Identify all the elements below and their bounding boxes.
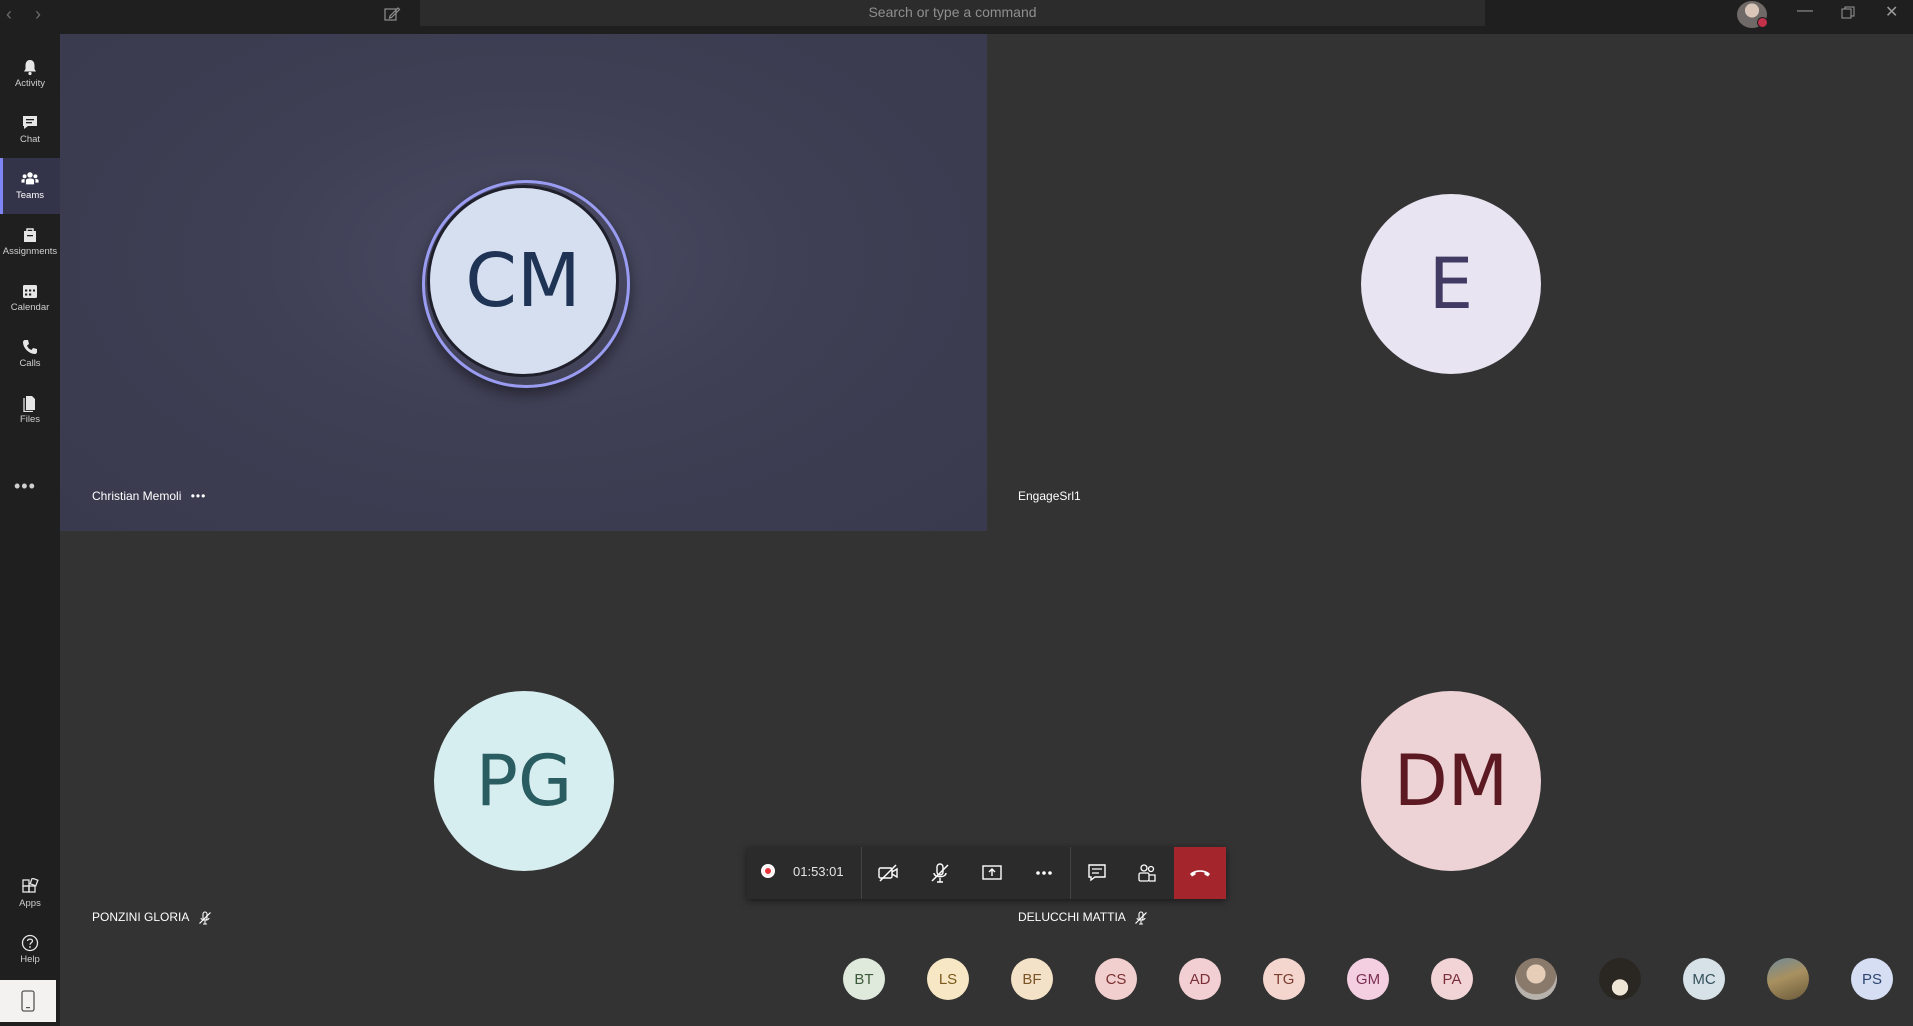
mute-button[interactable] [915,847,965,899]
avatar: DM [1361,691,1541,871]
mic-off-icon [1135,911,1148,925]
rail-label: Calls [19,358,41,369]
recording-icon [761,864,775,878]
roster-avatar[interactable]: BF [1011,958,1053,1000]
rail-label: Activity [14,78,46,89]
roster-avatar-photo[interactable] [1599,958,1641,1000]
rail-item-help[interactable]: Help [0,922,60,978]
rail-label: Assignments [2,246,58,257]
chat-icon [1088,864,1106,882]
rail-item-apps[interactable]: Apps [0,866,60,922]
rail-item-assignments[interactable]: Assignments [0,214,60,270]
calendar-icon [23,285,37,298]
title-bar: ‹ › Search or type a command — ✕ [0,0,1913,34]
avatar: CM [427,185,619,377]
video-tile-ponzini-gloria[interactable]: PG PONZINI GLORIA [60,531,987,1026]
participant-name: PONZINI GLORIA [92,910,189,924]
roster-avatar-photo[interactable] [1515,958,1557,1000]
chat-icon [23,116,37,129]
participant-name-label: DELUCCHI MATTIA [1018,910,1148,925]
search-input[interactable]: Search or type a command [420,0,1485,26]
help-icon [21,934,39,952]
teams-icon [21,172,39,185]
video-tile-engagesrl1[interactable]: E EngageSrl1 [987,34,1913,531]
mic-off-icon [199,911,211,925]
roster-avatar[interactable]: AD [1179,958,1221,1000]
roster-avatar[interactable]: CS [1095,958,1137,1000]
show-conversation-button[interactable] [1072,847,1122,899]
mobile-icon [21,990,35,1012]
video-tile-delucchi-mattia[interactable]: DM DELUCCHI MATTIA [987,531,1913,1026]
rail-item-chat[interactable]: Chat [0,102,60,158]
more-actions-button[interactable] [1019,847,1069,899]
participant-name: Christian Memoli [92,489,182,503]
mic-off-icon [931,863,949,883]
call-timer: 01:53:01 [793,864,844,879]
app-bar: Activity Chat Teams Assignments Calendar [0,34,60,1026]
rail-label: Help [20,954,40,965]
phone-icon [23,340,37,354]
rail-item-files[interactable]: Files [0,382,60,438]
roster-avatar[interactable]: LS [927,958,969,1000]
avatar: PG [434,691,614,871]
roster-avatar[interactable]: PA [1431,958,1473,1000]
share-screen-button[interactable] [967,847,1017,899]
video-tile-christian-memoli[interactable]: CM Christian Memoli ••• [60,34,987,531]
roster-avatar[interactable]: GM [1347,958,1389,1000]
rail-item-activity[interactable]: Activity [0,46,60,102]
back-icon[interactable]: ‹ [6,4,12,25]
video-off-icon [878,864,898,882]
more-apps-icon[interactable]: ••• [14,476,36,497]
bell-icon [24,60,36,76]
roster-avatar[interactable]: TG [1263,958,1305,1000]
minimize-icon[interactable]: — [1797,2,1813,20]
roster-avatar[interactable]: BT [843,958,885,1000]
rail-label: Teams [16,190,44,201]
roster-avatar[interactable]: PS [1851,958,1893,1000]
rail-label: Files [19,414,41,425]
avatar: E [1361,194,1541,374]
compose-icon[interactable] [383,5,401,23]
participant-name: EngageSrl1 [1018,489,1081,503]
rail-label: Chat [19,134,41,145]
rail-item-calls[interactable]: Calls [0,326,60,382]
divider [861,847,862,899]
status-badge [1757,17,1768,28]
share-screen-icon [982,865,1002,880]
participants-icon [1138,864,1156,882]
rail-item-calendar[interactable]: Calendar [0,270,60,326]
rail-item-teams[interactable]: Teams [0,158,60,214]
roster-avatar-photo[interactable] [1767,958,1809,1000]
assignments-icon [24,228,36,242]
more-icon [1036,871,1052,875]
more-options-icon[interactable]: ••• [191,489,207,503]
apps-icon [22,878,39,893]
files-icon [23,396,35,412]
rail-label: Apps [19,898,41,909]
close-icon[interactable]: ✕ [1885,2,1898,22]
call-controls: 01:53:01 [747,847,1226,899]
restore-icon[interactable] [1841,6,1855,20]
roster-avatar[interactable]: MC [1683,958,1725,1000]
participant-name-label: Christian Memoli ••• [92,489,206,503]
hang-up-icon [1190,870,1210,877]
device-button[interactable] [0,980,56,1022]
show-participants-button[interactable] [1122,847,1172,899]
camera-toggle-button[interactable] [863,847,913,899]
divider [1070,847,1071,899]
hang-up-button[interactable] [1174,847,1226,899]
rail-label: Calendar [10,302,50,313]
participant-name-label: PONZINI GLORIA [92,910,212,925]
participant-name: DELUCCHI MATTIA [1018,910,1126,924]
forward-icon[interactable]: › [35,4,41,25]
